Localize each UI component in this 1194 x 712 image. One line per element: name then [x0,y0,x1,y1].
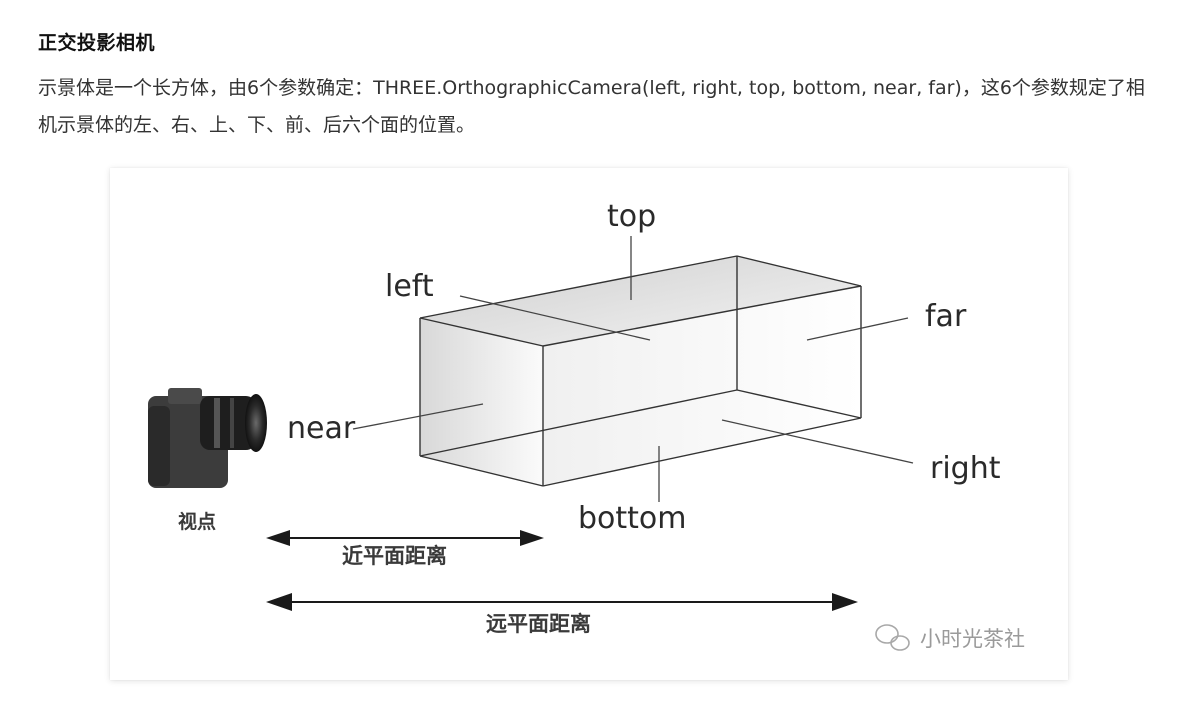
label-top: top [607,199,656,234]
arrow-head-right [832,593,858,611]
arrow-head-right [520,530,544,546]
camera-lens-ring [214,398,220,448]
section-heading: 正交投影相机 [38,32,156,54]
camera-icon [148,388,267,488]
far-distance-arrow [266,593,858,611]
camera-grip [148,406,170,486]
article-paragraph: 示景体是一个长方体，由6个参数确定：THREE.OrthographicCame… [38,77,1145,136]
label-near-distance: 近平面距离 [342,544,447,568]
arrow-head-left [266,593,292,611]
box-faces [420,256,861,486]
wechat-bubble-large [875,624,899,644]
label-bottom: bottom [578,501,687,536]
wechat-bubble-small [890,635,910,651]
camera-lens [245,394,267,452]
wechat-icon [875,624,910,651]
camera-lens-ring [230,398,234,448]
watermark-text: 小时光茶社 [920,627,1025,651]
label-right: right [930,451,1001,486]
label-viewpoint: 视点 [178,510,216,533]
frustum-diagram: top left far near right bottom 视点 近平面距离 … [148,199,1025,651]
arrow-head-left [266,530,290,546]
label-far: far [925,299,967,334]
label-near: near [287,411,356,446]
camera-prism [168,388,202,404]
label-far-distance: 远平面距离 [486,612,591,636]
orthographic-camera-figure: top left far near right bottom 视点 近平面距离 … [110,168,1068,680]
label-left: left [385,269,434,304]
